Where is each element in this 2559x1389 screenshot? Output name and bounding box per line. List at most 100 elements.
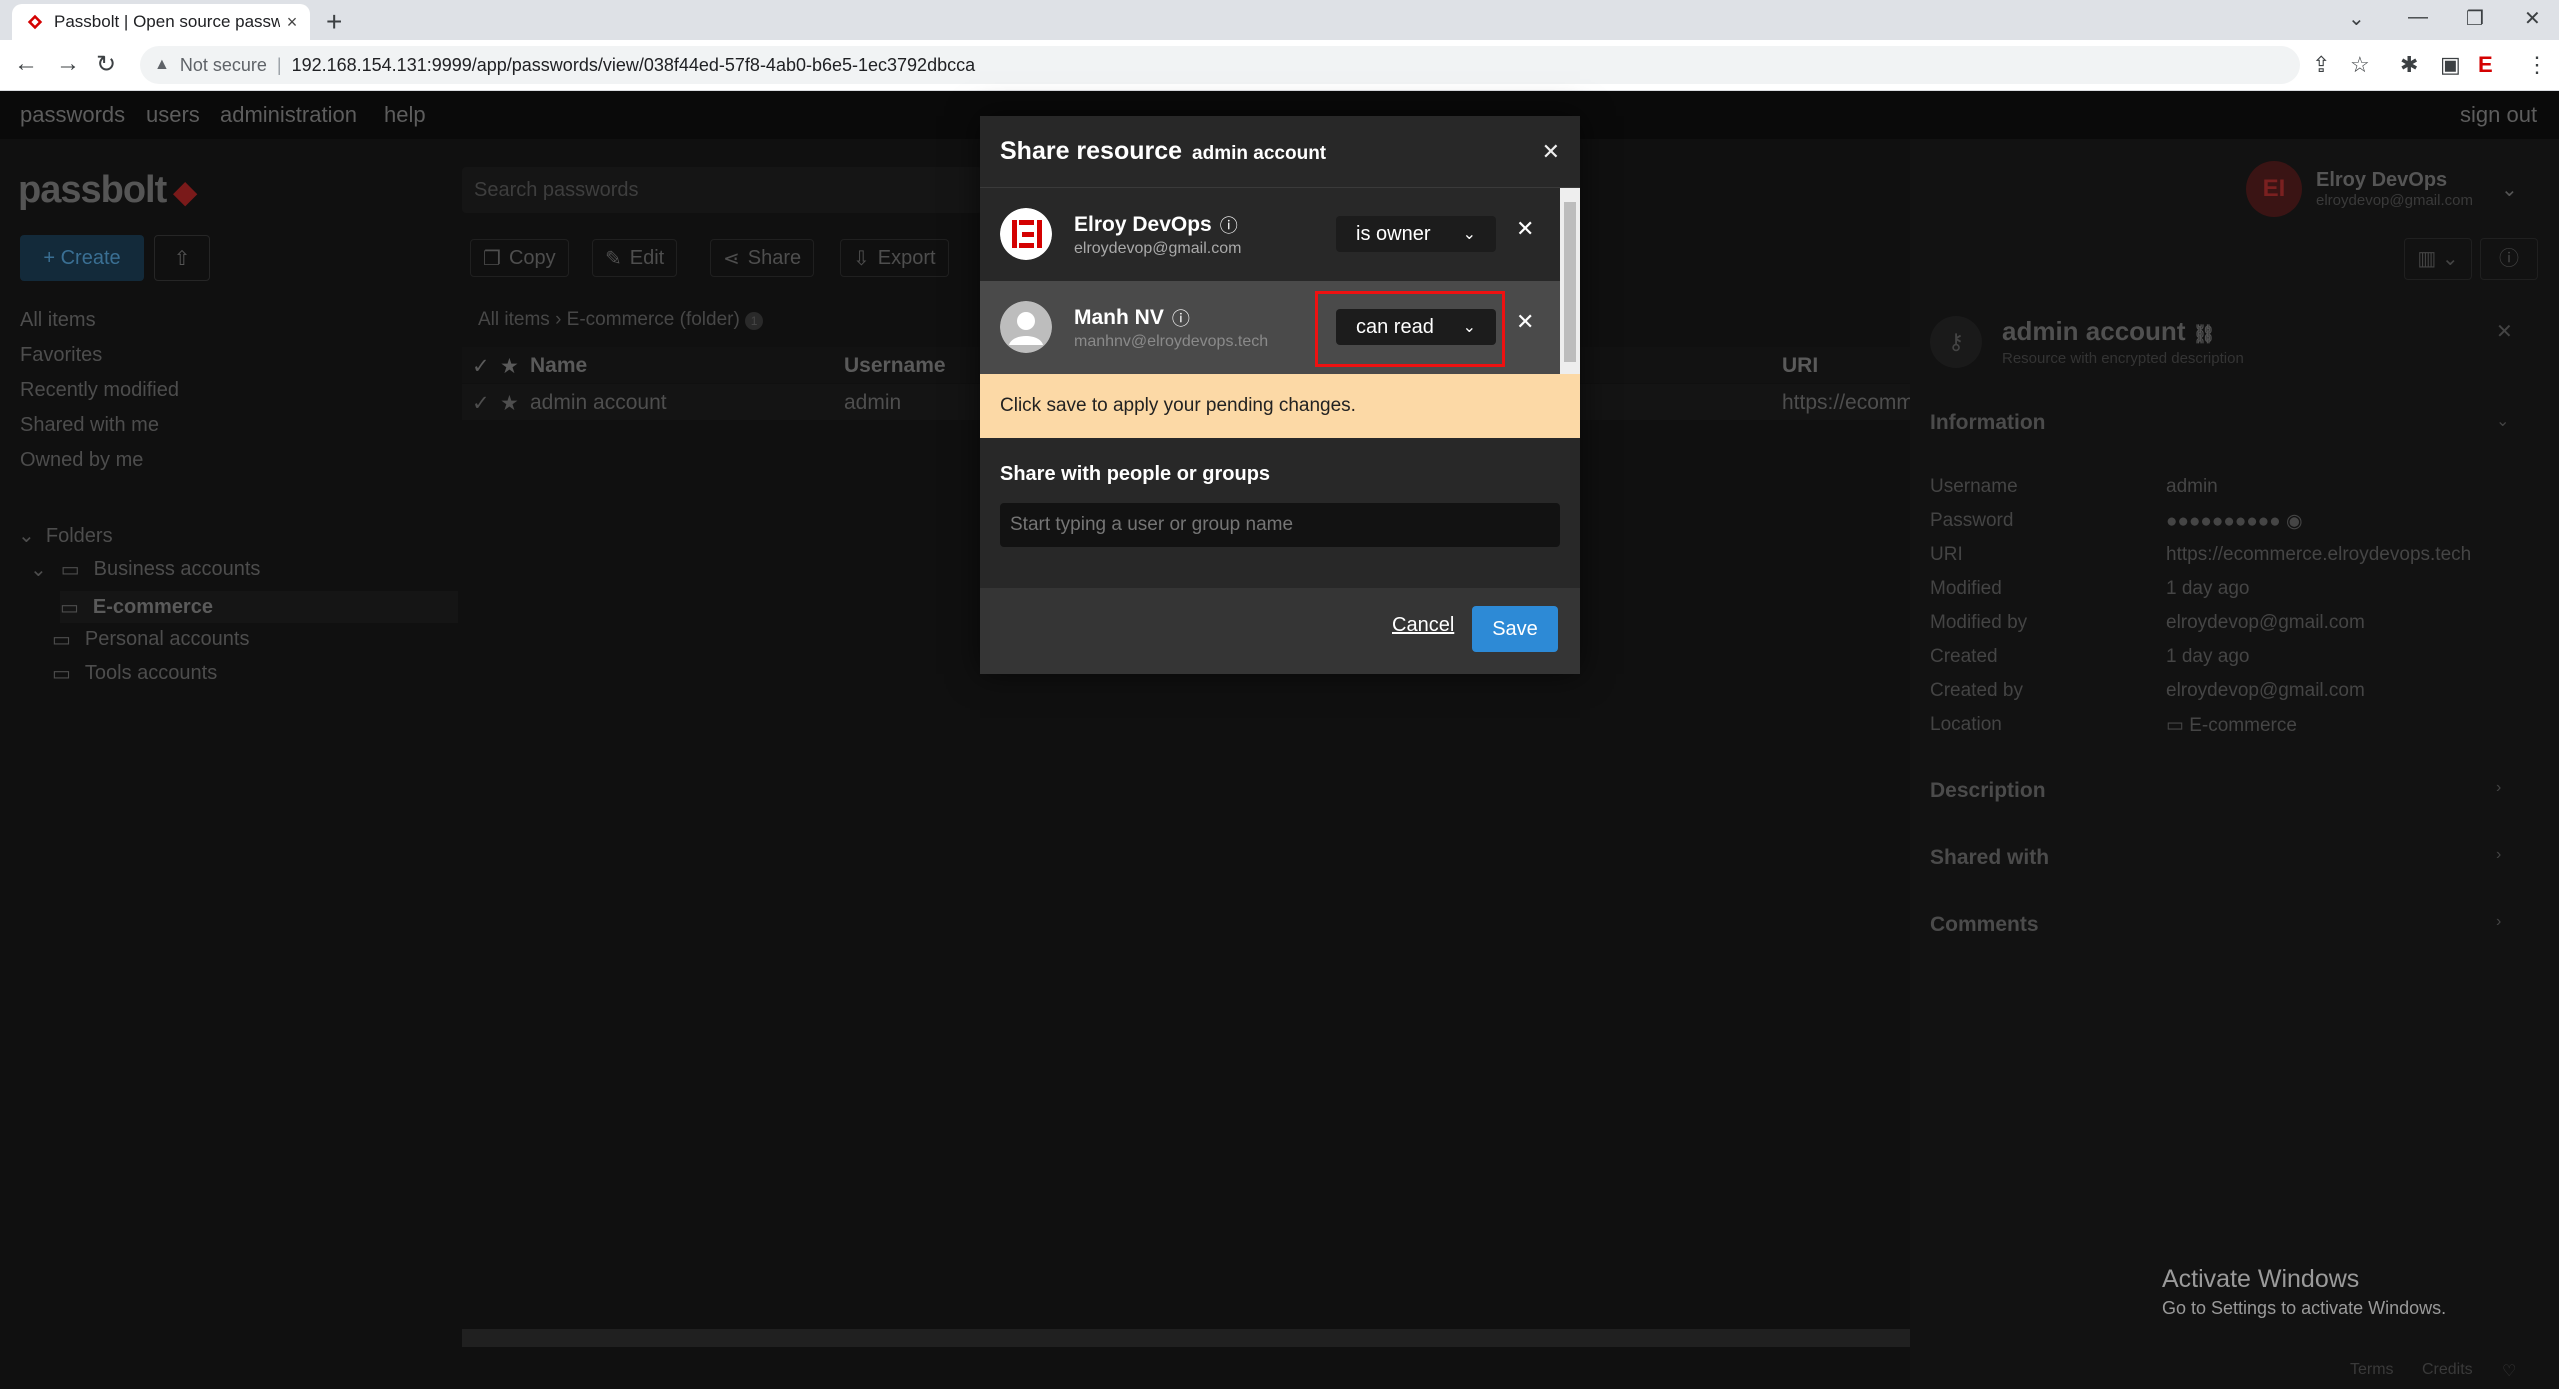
columns-view-button[interactable]: ▥ ⌄ (2404, 238, 2472, 280)
warning-icon[interactable]: ▲ (154, 56, 170, 74)
search-input[interactable]: Search passwords (462, 167, 982, 213)
forward-icon[interactable]: → (56, 50, 80, 78)
field-value: 1 day ago (2166, 578, 2250, 599)
logo-mark-icon: ◆ (166, 176, 197, 209)
folder-icon: ▭ (2166, 715, 2184, 736)
favorite-star-icon: ★ (500, 355, 519, 378)
share-user-input[interactable] (1000, 503, 1560, 547)
remove-permission-icon[interactable]: ✕ (1516, 216, 1534, 242)
password-value[interactable]: ●●●●●●●●●● ◉ (2166, 510, 2303, 533)
permission-user-name: Manh NV ⓘ (1074, 305, 1190, 331)
restore-icon[interactable]: ❐ (2466, 6, 2484, 31)
import-button[interactable]: ⇧ (154, 235, 210, 281)
share-button[interactable]: ⋖ Share (710, 239, 815, 277)
dialog-title: Share resource (1000, 137, 1183, 165)
comments-heading[interactable]: Comments (1930, 913, 2039, 937)
filter-shared-with-me[interactable]: Shared with me (20, 414, 179, 449)
heart-icon: ♡ (2502, 1363, 2517, 1380)
link-icon[interactable]: ⛓ (2193, 324, 2216, 344)
column-username[interactable]: Username (844, 354, 946, 378)
close-details-icon[interactable]: ✕ (2496, 319, 2513, 344)
breadcrumb: All items › E-commerce (folder) 1 (478, 309, 764, 331)
footer-terms[interactable]: Terms (2350, 1361, 2394, 1379)
edit-button[interactable]: ✎ Edit (592, 239, 678, 277)
tab-title: Passbolt | Open source passwo (54, 12, 280, 31)
chevron-down-icon: ⌄ (1462, 226, 1476, 243)
close-window-icon[interactable]: ✕ (2524, 6, 2541, 31)
back-icon[interactable]: ← (14, 50, 38, 78)
column-uri[interactable]: URI (1782, 354, 1818, 378)
uri-link[interactable]: https://ecommerce.elroydevops.tech (2166, 544, 2471, 566)
row-checkbox[interactable]: ✓ (472, 391, 490, 416)
download-icon: ⇩ (853, 247, 870, 270)
folder-e-commerce[interactable]: ▭ E-commerce (60, 591, 458, 623)
field-value[interactable]: admin (2166, 476, 2218, 498)
share-page-icon[interactable]: ⇪ (2312, 52, 2330, 78)
filter-owned-by-me[interactable]: Owned by me (20, 449, 179, 484)
new-tab-button[interactable]: + (326, 6, 342, 38)
close-tab-icon[interactable]: × (280, 12, 304, 33)
scrollbar-thumb[interactable] (1564, 202, 1576, 362)
shared-with-heading[interactable]: Shared with (1930, 846, 2049, 870)
share-with-label: Share with people or groups (1000, 463, 1271, 485)
cancel-button[interactable]: Cancel (1392, 614, 1454, 637)
avatar (1000, 301, 1052, 353)
breadcrumb-count-badge: 1 (745, 312, 764, 330)
bookmark-star-icon[interactable]: ☆ (2350, 52, 2370, 78)
info-icon[interactable]: ⓘ (1220, 212, 1238, 238)
address-bar[interactable]: ▲ Not secure | 192.168.154.131:9999/app/… (140, 46, 2300, 84)
column-name[interactable]: Name (530, 354, 587, 378)
eye-icon[interactable]: ◉ (2286, 511, 2303, 532)
remove-permission-icon[interactable]: ✕ (1516, 309, 1534, 335)
filter-favorites[interactable]: Favorites (20, 344, 179, 379)
permission-select[interactable]: is owner ⌄ (1336, 216, 1496, 252)
reload-icon[interactable]: ↻ (96, 50, 116, 79)
folder-business-accounts[interactable]: ⌄ ▭ Business accounts (30, 557, 260, 582)
save-button[interactable]: Save (1472, 606, 1558, 652)
field-label: Password (1930, 510, 2014, 531)
user-email: elroydevop@gmail.com (2316, 192, 2473, 209)
nav-sign-out[interactable]: sign out (2460, 102, 2537, 128)
field-value: elroydevop@gmail.com (2166, 680, 2365, 701)
folder-personal-accounts[interactable]: ▭ Personal accounts (52, 627, 249, 652)
menu-icon[interactable]: ⋮ (2526, 52, 2548, 78)
info-toggle-icon[interactable]: ⓘ (2480, 238, 2538, 280)
copy-button[interactable]: ❐ Copy (470, 239, 569, 277)
tab-search-icon[interactable]: ⌄ (2348, 6, 2365, 31)
horizontal-scrollbar[interactable] (462, 1329, 1910, 1347)
description-heading[interactable]: Description (1930, 779, 2046, 803)
dialog-header: Share resource admin account ✕ (980, 116, 1580, 188)
avatar: EI (2246, 161, 2302, 217)
folder-icon: ▭ (52, 629, 71, 651)
folder-icon: ▭ (60, 559, 80, 581)
minimize-icon[interactable]: — (2408, 6, 2428, 29)
nav-passwords[interactable]: passwords (20, 102, 125, 128)
info-icon[interactable]: ⓘ (1172, 305, 1190, 331)
export-button[interactable]: ⇩ Export (840, 239, 949, 277)
close-dialog-icon[interactable]: ✕ (1542, 139, 1560, 165)
extension-ei-icon[interactable]: E (2478, 52, 2493, 78)
permission-user-name: Elroy DevOps ⓘ (1074, 212, 1238, 238)
extensions-icon[interactable]: ✱ (2400, 52, 2418, 78)
nav-help[interactable]: help (384, 102, 426, 128)
folder-tools-accounts[interactable]: ▭ Tools accounts (52, 661, 217, 686)
user-badge[interactable]: EI Elroy DevOps elroydevop@gmail.com ⌄ (2246, 161, 2518, 217)
folders-heading[interactable]: ⌄ Folders (18, 523, 113, 548)
folder-icon: ▭ (60, 596, 79, 619)
information-heading[interactable]: Information (1930, 411, 2046, 435)
footer-credits[interactable]: Credits (2422, 1361, 2473, 1379)
copy-icon: ❐ (483, 247, 501, 270)
create-button[interactable]: + Create (20, 235, 144, 281)
location-link[interactable]: ▭ E-commerce (2166, 714, 2297, 737)
dialog-subtitle: admin account (1192, 142, 1327, 164)
favorite-star-icon[interactable]: ★ (500, 391, 519, 416)
nav-administration[interactable]: administration (220, 102, 357, 128)
permission-user-email: manhnv@elroydevops.tech (1074, 333, 1269, 350)
browser-tab[interactable]: Passbolt | Open source passwo × (12, 4, 310, 40)
select-all-checkbox[interactable]: ✓ (472, 354, 490, 379)
sidepanel-icon[interactable]: ▣ (2440, 52, 2461, 78)
nav-users[interactable]: users (146, 102, 200, 128)
vertical-scrollbar[interactable] (1560, 188, 1580, 374)
filter-all-items[interactable]: All items (20, 309, 179, 344)
filter-recently-modified[interactable]: Recently modified (20, 379, 179, 414)
